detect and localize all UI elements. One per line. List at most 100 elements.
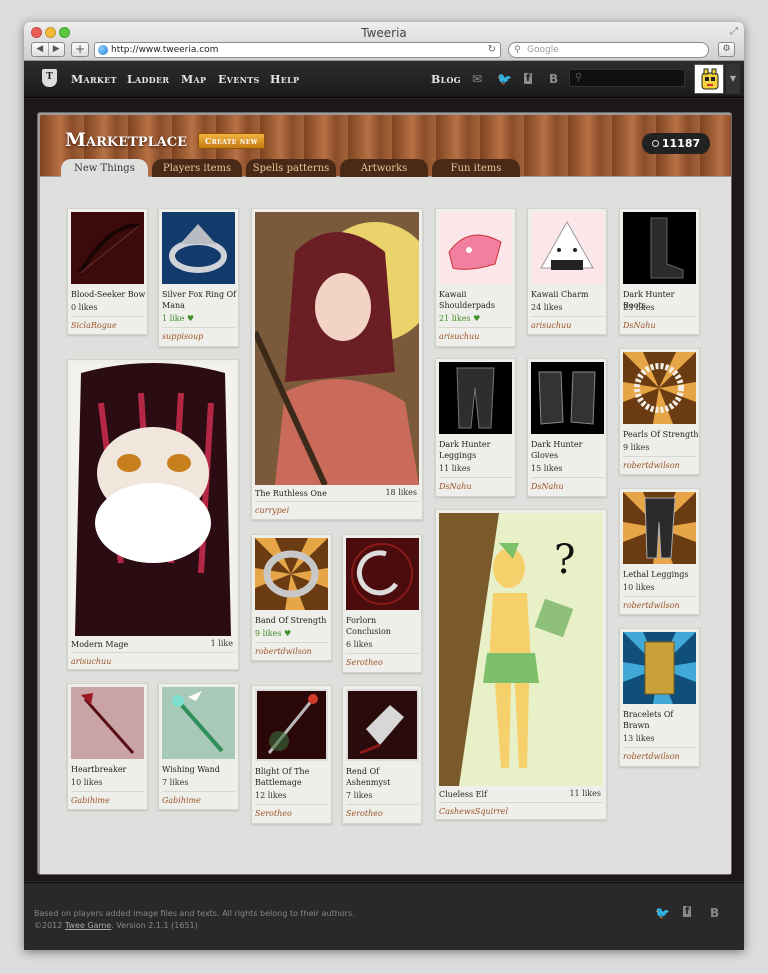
item-likes-count: 9 likes (255, 629, 282, 638)
item-image (162, 212, 235, 284)
item-name: Lethal Leggings (623, 570, 689, 579)
item-card[interactable]: Lethal Leggings 10 likes robertdwilson (619, 488, 700, 615)
item-name: Pearls Of Strength (623, 430, 699, 439)
browser-settings-button[interactable]: ⚙ (718, 42, 735, 57)
item-author[interactable]: Serotheo (346, 809, 383, 818)
nav-map[interactable]: Map (181, 73, 206, 86)
item-image (439, 362, 512, 434)
item-card[interactable]: ? Clueless Elf 11 likes CashewsSquirrel (435, 509, 607, 820)
item-card[interactable]: The Ruthless One 18 likes currypei (251, 208, 423, 520)
item-image (531, 212, 604, 284)
item-author[interactable]: robertdwilson (623, 752, 680, 761)
browser-search-field[interactable]: ⚲ Google (508, 42, 709, 58)
item-author[interactable]: arisuchuu (439, 332, 479, 341)
user-avatar[interactable] (694, 64, 724, 94)
new-tab-button[interactable]: + (71, 42, 89, 57)
item-author[interactable]: robertdwilson (255, 647, 312, 656)
nav-blog[interactable]: Blog (431, 73, 461, 86)
divider (71, 652, 235, 653)
item-author[interactable]: Gabihime (71, 796, 110, 805)
tab-fun-items[interactable]: Fun items (432, 159, 520, 179)
twee-game-link[interactable]: Twee Game (65, 921, 111, 930)
item-card[interactable]: Modern Mage 1 like arisuchuu (67, 359, 239, 670)
item-likes-count: 21 likes (439, 314, 471, 323)
item-image (439, 212, 512, 284)
chevron-down-icon[interactable]: ▼ (726, 64, 740, 94)
browser-window: Tweeria ⤢ ◀ ▶ + http://www.tweeria.com ↻… (24, 22, 744, 950)
item-image (255, 538, 328, 610)
history-buttons: ◀ ▶ (31, 42, 65, 57)
tab-spells-patterns[interactable]: Spells patterns (246, 159, 336, 179)
item-likes: 6 likes (346, 640, 373, 649)
blogger-icon[interactable]: B (710, 906, 719, 920)
item-card[interactable]: Dark Hunter Gloves 15 likes DsNahu (527, 358, 607, 497)
item-author[interactable]: arisuchuu (531, 321, 571, 330)
reload-icon[interactable]: ↻ (488, 43, 496, 57)
item-author[interactable]: robertdwilson (623, 601, 680, 610)
back-button[interactable]: ◀ (32, 43, 49, 56)
item-card[interactable]: Blight Of The Battlemage 12 likes Seroth… (251, 685, 332, 824)
coin-balance-value: 11187 (661, 137, 701, 150)
twitter-icon[interactable]: 🐦 (655, 906, 670, 920)
mail-icon[interactable]: ✉ (472, 72, 482, 86)
item-author[interactable]: suppisoup (162, 332, 203, 341)
blogger-icon[interactable]: B (549, 72, 558, 86)
item-image (346, 689, 419, 761)
item-card[interactable]: Bracelets Of Brawn 13 likes robertdwilso… (619, 628, 700, 767)
item-likes: 7 likes (346, 791, 373, 800)
nav-market[interactable]: Market (71, 73, 117, 86)
create-new-button[interactable]: Create new (198, 133, 265, 149)
facebook-icon[interactable]: f (524, 73, 533, 84)
nav-ladder[interactable]: Ladder (127, 73, 169, 86)
tab-players-items[interactable]: Players items (152, 159, 242, 179)
item-card[interactable]: Pearls Of Strength 9 likes robertdwilson (619, 348, 700, 475)
browser-titlebar: Tweeria ⤢ ◀ ▶ + http://www.tweeria.com ↻… (24, 22, 744, 61)
tab-artworks[interactable]: Artworks (340, 159, 428, 179)
item-author[interactable]: DsNahu (531, 482, 564, 491)
item-author[interactable]: CashewsSquirrel (439, 807, 508, 816)
item-card[interactable]: Heartbreaker 10 likes Gabihime (67, 683, 148, 810)
item-card[interactable]: Silver Fox Ring Of Mana 1 like ♥ suppiso… (158, 208, 239, 347)
item-image (71, 687, 144, 759)
item-author[interactable]: SiclaRogue (71, 321, 117, 330)
item-name: Wishing Wand (162, 765, 220, 774)
item-image: ? (439, 513, 603, 786)
item-card[interactable]: Blood-Seeker Bow 0 likes SiclaRogue (67, 208, 148, 335)
item-author[interactable]: robertdwilson (623, 461, 680, 470)
item-card[interactable]: Dark Hunter Leggings 11 likes DsNahu (435, 358, 516, 497)
item-name: The Ruthless One (255, 489, 327, 498)
forward-button[interactable]: ▶ (49, 43, 65, 56)
item-author[interactable]: Gabihime (162, 796, 201, 805)
url-bar[interactable]: http://www.tweeria.com ↻ (94, 42, 501, 58)
site-search-input[interactable]: ⚲ (569, 69, 685, 87)
item-card[interactable]: Kawaii Charm 24 likes arisuchuu (527, 208, 607, 335)
nav-events[interactable]: Events (218, 73, 260, 86)
fullscreen-icon[interactable]: ⤢ (730, 26, 738, 37)
item-card[interactable]: Wishing Wand 7 likes Gabihime (158, 683, 239, 810)
tweeria-logo[interactable]: T (42, 69, 57, 87)
item-card[interactable]: Kawaii Shoulderpads 21 likes ♥ arisuchuu (435, 208, 516, 347)
item-author[interactable]: DsNahu (439, 482, 472, 491)
nav-help[interactable]: Help (270, 73, 299, 86)
item-card[interactable]: Rend Of Ashenmyst 7 likes Serotheo (342, 685, 422, 824)
item-author[interactable]: Serotheo (255, 809, 292, 818)
divider (623, 456, 696, 457)
item-likes: 15 likes (531, 464, 563, 473)
item-author[interactable]: currypei (255, 506, 289, 515)
twitter-icon[interactable]: 🐦 (497, 72, 512, 86)
item-author[interactable]: arisuchuu (71, 657, 111, 666)
item-card[interactable]: Forlorn Conclusion 6 likes Serotheo (342, 534, 422, 673)
item-likes: 13 likes (623, 734, 655, 743)
marketplace-header: Marketplace Create new 11187 New Things … (40, 115, 731, 179)
item-author[interactable]: Serotheo (346, 658, 383, 667)
item-card[interactable]: Band Of Strength 9 likes ♥ robertdwilson (251, 534, 332, 661)
item-author[interactable]: DsNahu (623, 321, 656, 330)
divider (162, 327, 235, 328)
item-card[interactable]: Dark Hunter Boots 23 likes DsNahu (619, 208, 700, 335)
facebook-icon[interactable]: f (683, 906, 692, 917)
site-footer: Based on players added image files and t… (24, 882, 744, 950)
tab-new-things[interactable]: New Things (61, 159, 148, 179)
browser-search-placeholder: Google (527, 45, 559, 55)
item-name: Kawaii Charm (531, 290, 589, 299)
page-title: Marketplace (65, 129, 188, 151)
